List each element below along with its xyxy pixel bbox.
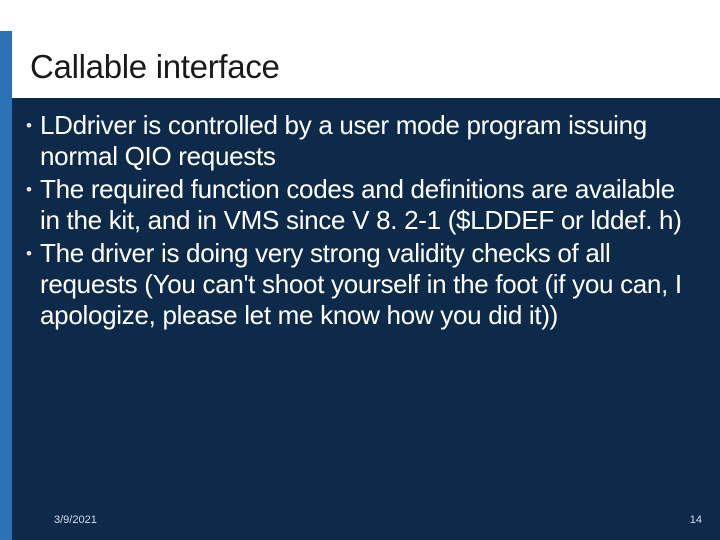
list-item-text: The driver is doing very strong validity… (40, 238, 696, 331)
bullet-icon: • (26, 238, 40, 270)
list-item: • The required function codes and defini… (26, 174, 696, 236)
list-item-text: The required function codes and definiti… (40, 174, 696, 236)
list-item-text: LDdriver is controlled by a user mode pr… (40, 110, 696, 172)
bullet-icon: • (26, 174, 40, 206)
footer-page-number: 14 (690, 514, 702, 526)
slide-title: Callable interface (30, 48, 280, 86)
bullet-icon: • (26, 110, 40, 142)
list-item: • The driver is doing very strong validi… (26, 238, 696, 331)
list-item: • LDdriver is controlled by a user mode … (26, 110, 696, 172)
top-white-bar (0, 0, 720, 31)
footer-date: 3/9/2021 (54, 514, 97, 526)
left-accent-bar (0, 31, 12, 540)
body-content: • LDdriver is controlled by a user mode … (26, 110, 696, 333)
